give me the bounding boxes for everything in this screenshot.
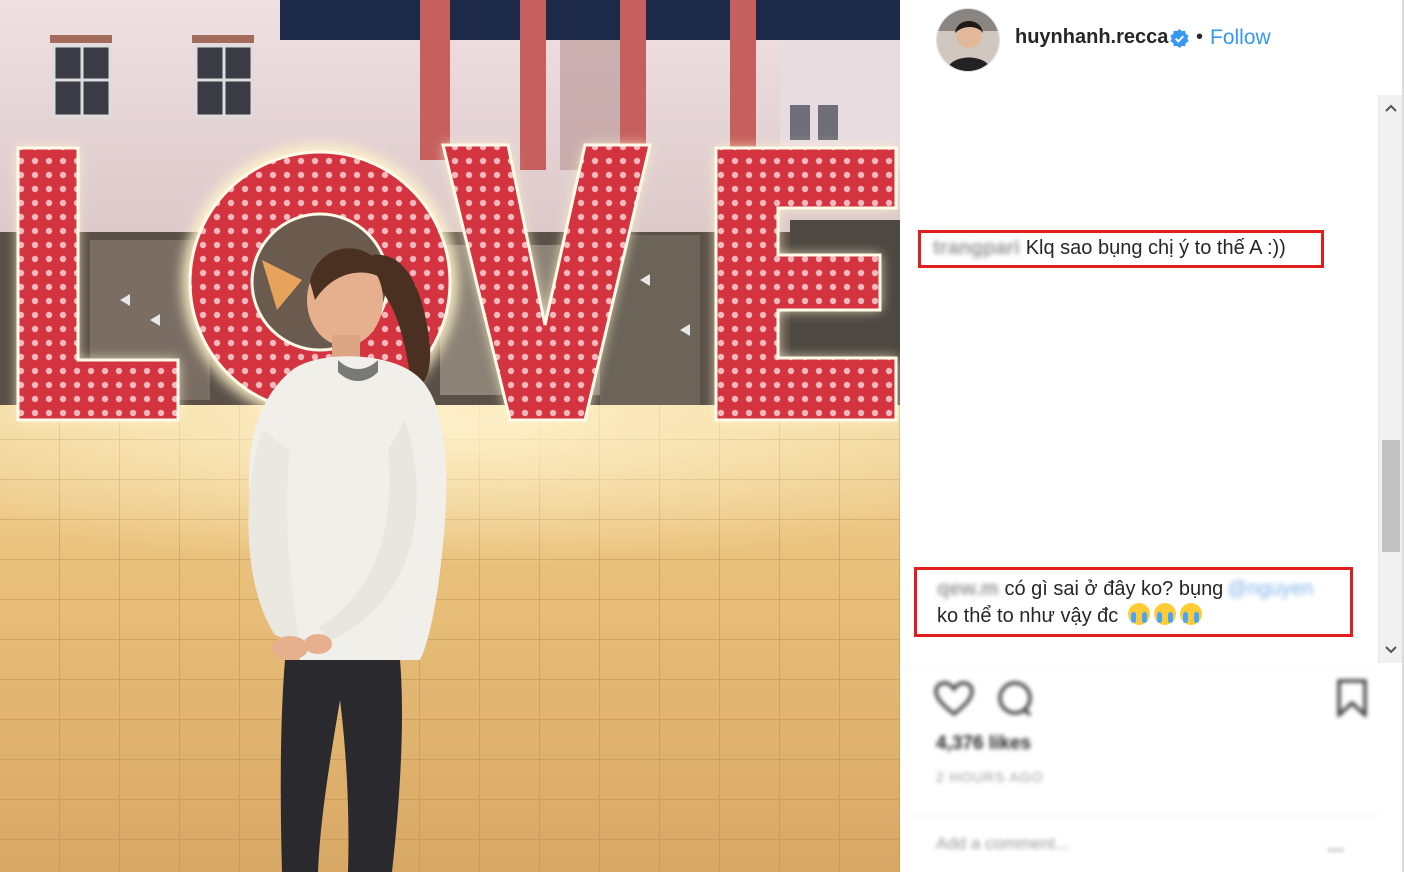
- comments-scrollbar[interactable]: [1378, 95, 1403, 663]
- crying-face-icon: [1153, 603, 1176, 625]
- comments-list[interactable]: trangpari Klq sao bụng chị ý to thế A :))…: [900, 95, 1378, 663]
- likes-count[interactable]: 4,376 likes: [936, 733, 1031, 755]
- chevron-down-icon[interactable]: [1379, 637, 1403, 663]
- post-actions: 4,376 likes 2 HOURS AGO Add a comment...…: [900, 668, 1378, 873]
- verified-badge-icon: [1170, 29, 1189, 48]
- avatar[interactable]: [936, 8, 1000, 72]
- add-comment-bar[interactable]: Add a comment... ...: [900, 815, 1378, 874]
- comment-highlighted-2: qew.m có gì sai ở đây ko? bụng @nguyen ko …: [914, 567, 1353, 637]
- comment-highlighted-1: trangpari Klq sao bụng chị ý to thế A :)): [918, 230, 1324, 268]
- scrollbar-thumb[interactable]: [1382, 440, 1400, 552]
- comment-text-line1: có gì sai ở đây ko? bụng: [1004, 578, 1224, 600]
- comment-author[interactable]: qew.m: [937, 576, 999, 603]
- post-header: huynhanh.recca • Follow: [900, 0, 1404, 80]
- heart-icon[interactable]: [934, 681, 974, 722]
- crying-face-icon: [1127, 603, 1150, 625]
- comment-mention[interactable]: @nguyen: [1227, 576, 1313, 603]
- comment-bubble-icon[interactable]: [996, 681, 1034, 722]
- crying-face-icon: [1179, 603, 1202, 625]
- post-timestamp: 2 HOURS AGO: [936, 769, 1044, 785]
- chevron-up-icon[interactable]: [1379, 95, 1403, 121]
- bookmark-icon[interactable]: [1336, 679, 1368, 722]
- post-photo[interactable]: [0, 0, 900, 872]
- username[interactable]: huynhanh.recca: [1015, 26, 1168, 49]
- comment-text-line2: ko thể to như vậy đc: [937, 605, 1119, 627]
- comment-text: Klq sao bụng chị ý to thế A :)): [1025, 237, 1286, 259]
- header-separator: •: [1196, 26, 1204, 48]
- avatar-image: [937, 9, 999, 71]
- comment-author[interactable]: trangpari: [933, 235, 1020, 262]
- add-comment-input[interactable]: Add a comment...: [936, 834, 1069, 854]
- photo-scene: [0, 0, 900, 872]
- follow-button[interactable]: Follow: [1210, 26, 1271, 50]
- post-side-panel: huynhanh.recca • Follow trangpari Klq sao…: [900, 0, 1404, 872]
- more-options-icon[interactable]: ...: [1327, 834, 1344, 857]
